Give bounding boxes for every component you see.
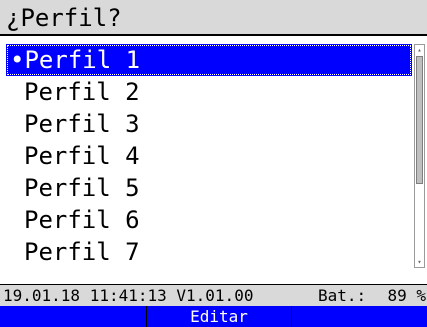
list-item-perfil-4[interactable]: Perfil 4 (6, 140, 412, 172)
status-bar: 19.01.18 11:41:13 V1.01.00 Bat.: 89 % (0, 284, 427, 306)
arrow-up-icon[interactable]: ▴ (415, 45, 424, 55)
arrow-down-icon[interactable]: ▾ (415, 257, 424, 267)
list-item-perfil-3[interactable]: Perfil 3 (6, 108, 412, 140)
battery-label: Bat.: (318, 286, 367, 305)
page-title: ¿Perfil? (6, 4, 122, 32)
profile-list-area: •Perfil 1 Perfil 2 Perfil 3 Perfil 4 Per… (0, 36, 427, 272)
softkey-left[interactable] (0, 306, 147, 327)
list-item-perfil-6[interactable]: Perfil 6 (6, 204, 412, 236)
list-item-perfil-7[interactable]: Perfil 7 (6, 236, 412, 268)
softkey-right[interactable] (292, 306, 427, 327)
list-item-perfil-1[interactable]: •Perfil 1 (6, 44, 412, 76)
edit-softkey[interactable]: Editar (147, 306, 292, 327)
list-item-perfil-5[interactable]: Perfil 5 (6, 172, 412, 204)
scrollbar-thumb[interactable] (416, 56, 423, 184)
list-scrollbar[interactable]: ▴ ▾ (414, 44, 425, 268)
battery-value: 89 % (387, 286, 426, 305)
softkey-bar: Editar (0, 306, 427, 327)
datetime-version: 19.01.18 11:41:13 V1.01.00 (3, 286, 254, 305)
profile-list: •Perfil 1 Perfil 2 Perfil 3 Perfil 4 Per… (6, 44, 412, 268)
list-item-perfil-2[interactable]: Perfil 2 (6, 76, 412, 108)
title-bar: ¿Perfil? (0, 0, 427, 36)
